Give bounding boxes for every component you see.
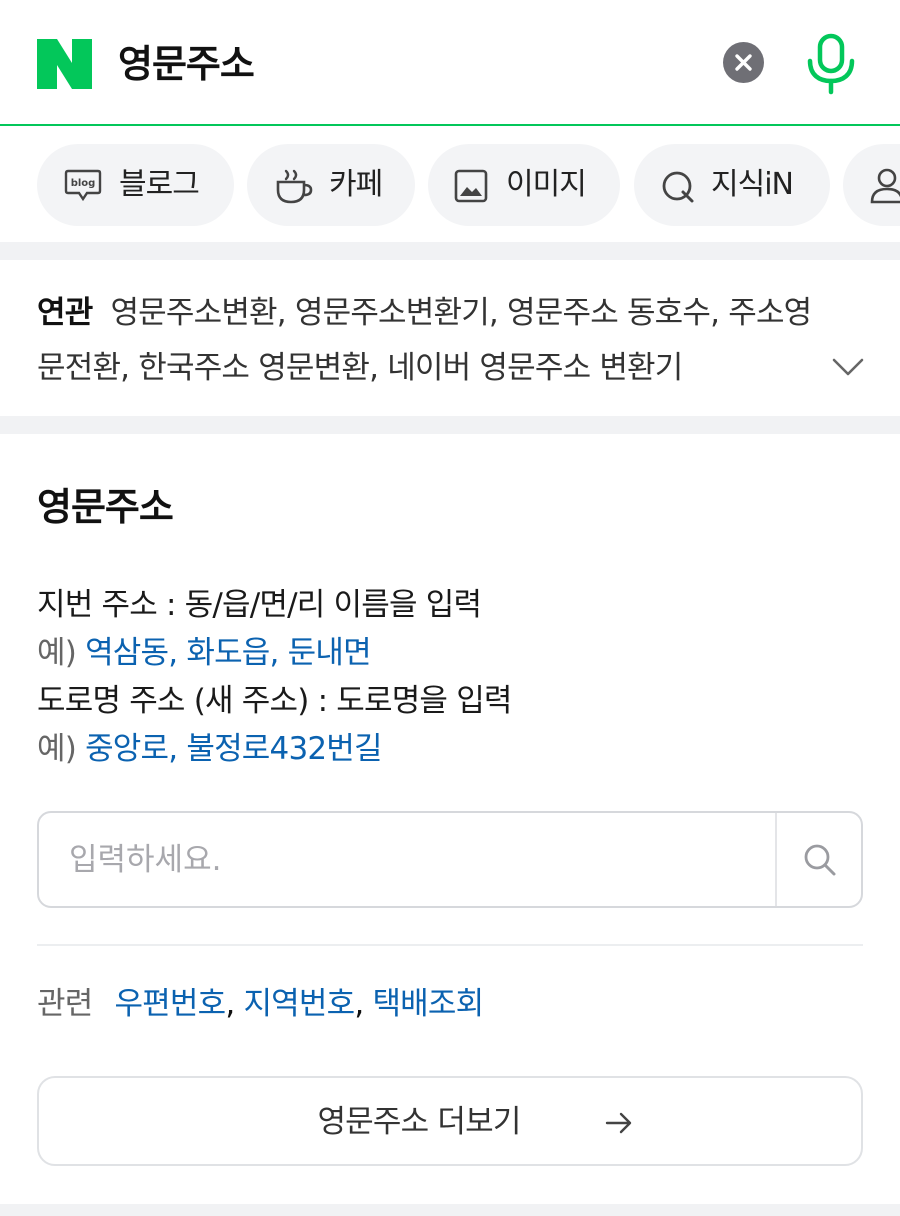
related-searches: 연관 영문주소변환, 영문주소변환기, 영문주소 동호수, 주소영문전환, 한국주…	[0, 260, 900, 416]
tab-people[interactable]	[843, 144, 900, 226]
voice-search-button[interactable]	[805, 33, 857, 95]
section-divider	[0, 1204, 900, 1216]
cafe-cup-icon	[276, 169, 313, 204]
card-title: 영문주소	[37, 485, 174, 529]
search-icon	[804, 844, 836, 876]
more-english-address-button[interactable]: 영문주소 더보기	[37, 1076, 863, 1166]
example-link[interactable]: 불정로432번길	[186, 731, 382, 767]
svg-text:blog: blog	[71, 178, 96, 189]
related-link-parcel-tracking[interactable]: 택배조회	[372, 986, 484, 1022]
example-link[interactable]: 둔내면	[288, 635, 372, 671]
address-search-button[interactable]	[777, 813, 861, 906]
example-link[interactable]: 화도읍	[186, 635, 270, 671]
related-searches-list[interactable]: 영문주소변환, 영문주소변환기, 영문주소 동호수, 주소영문전환, 한국주소 …	[37, 295, 812, 386]
divider	[37, 944, 863, 946]
related-links: 관련 우편번호, 지역번호, 택배조회	[37, 986, 484, 1022]
section-divider	[0, 416, 900, 434]
search-header: 영문주소	[0, 0, 900, 126]
image-icon	[454, 169, 488, 203]
tab-image[interactable]: 이미지	[428, 144, 620, 226]
more-button-label: 영문주소 더보기	[317, 1104, 521, 1140]
tab-knowledge-in[interactable]: 지식iN	[634, 144, 830, 226]
jibun-address-description: 지번 주소 : 동/읍/면/리 이름을 입력	[37, 587, 482, 623]
search-query[interactable]: 영문주소	[118, 38, 255, 90]
section-divider	[0, 242, 900, 260]
example-link[interactable]: 역삼동	[85, 635, 169, 671]
arrow-right-icon	[605, 1112, 632, 1134]
clear-query-button[interactable]	[723, 42, 764, 83]
road-examples: 예) 중앙로, 불정로432번길	[37, 731, 383, 767]
person-icon	[870, 168, 900, 204]
tab-cafe-label: 카페	[329, 167, 383, 202]
microphone-icon	[807, 33, 855, 95]
tab-image-label: 이미지	[506, 167, 587, 202]
close-icon	[735, 54, 752, 71]
related-links-label: 관련	[37, 986, 93, 1022]
search-category-tabs: blog 블로그 카페 이미지 지식iN	[0, 128, 900, 242]
knowledge-q-icon	[662, 171, 694, 203]
address-search-box	[37, 811, 863, 908]
address-search-input[interactable]	[39, 813, 775, 906]
related-link-area-code[interactable]: 지역번호	[243, 986, 355, 1022]
expand-related-button[interactable]	[828, 352, 868, 382]
naver-logo[interactable]	[37, 39, 92, 89]
tab-blog[interactable]: blog 블로그	[37, 144, 234, 226]
example-link[interactable]: 중앙로	[85, 731, 169, 767]
tab-knowledge-in-label: 지식iN	[711, 167, 794, 202]
tab-cafe[interactable]: 카페	[247, 144, 415, 226]
jibun-examples: 예) 역삼동, 화도읍, 둔내면	[37, 635, 372, 671]
related-searches-label: 연관	[37, 295, 93, 331]
road-address-description: 도로명 주소 (새 주소) : 도로명을 입력	[37, 683, 512, 719]
chevron-down-icon	[832, 358, 864, 376]
tab-blog-label: 블로그	[119, 167, 200, 202]
related-link-postal-code[interactable]: 우편번호	[114, 986, 226, 1022]
blog-icon: blog	[64, 169, 102, 202]
